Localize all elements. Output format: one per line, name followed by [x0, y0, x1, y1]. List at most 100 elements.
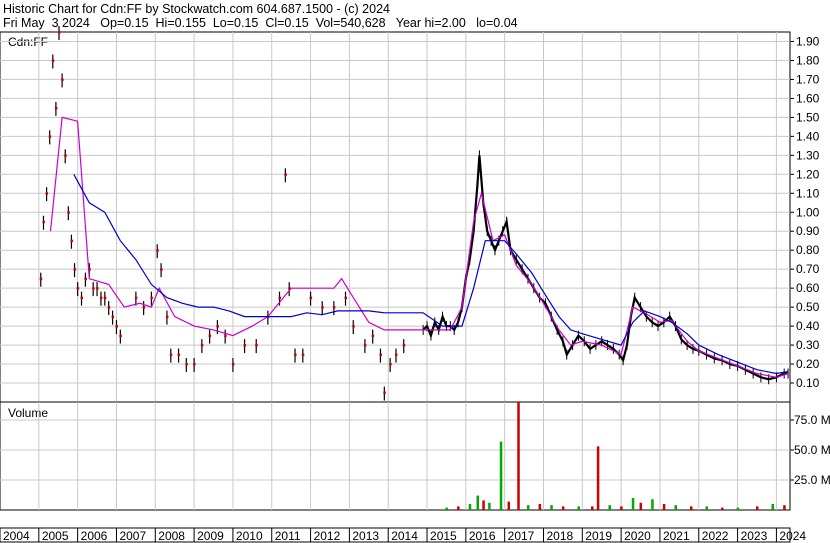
price-tick-label: 1.60 — [796, 91, 820, 105]
price-mark — [208, 334, 212, 338]
volume-bar — [457, 506, 460, 510]
price-mark — [379, 353, 382, 357]
price-mark — [169, 353, 173, 357]
price-tick-label: 0.30 — [796, 338, 820, 352]
price-mark — [54, 106, 58, 110]
year-label: 2011 — [275, 529, 301, 543]
year-label: 2004 — [3, 529, 30, 543]
price-mark — [371, 334, 375, 338]
year-label: 2006 — [81, 529, 108, 543]
volume-bar — [577, 506, 580, 510]
price-mark — [142, 306, 146, 309]
volume-bar — [608, 505, 611, 510]
price-mark — [103, 296, 107, 300]
price-mark — [200, 344, 204, 347]
volume-tick-label: 25.0 M — [794, 473, 830, 487]
price-mark — [309, 296, 313, 300]
price-mark — [61, 78, 64, 81]
price-mark — [76, 287, 80, 290]
price-tick-label: 1.80 — [796, 53, 820, 67]
price-mark — [42, 220, 45, 224]
price-mark — [99, 296, 103, 300]
symbol-label: Cdn:FF — [8, 35, 48, 49]
volume-bar — [721, 507, 724, 510]
price-mark — [115, 325, 118, 328]
price-tick-label: 1.30 — [796, 148, 820, 162]
price-mark — [243, 344, 247, 347]
year-label: 2005 — [42, 529, 69, 543]
volume-bar — [783, 505, 786, 510]
price-mark — [278, 296, 282, 300]
year-label: 2015 — [430, 529, 457, 543]
volume-panel: Volume 75.0 M 50.0 M 25.0 M — [0, 401, 830, 511]
volume-bar — [620, 506, 623, 510]
price-plot-frame — [0, 31, 791, 403]
price-mark — [134, 296, 138, 300]
price-mark — [344, 296, 348, 300]
price-mark — [70, 239, 73, 243]
year-label: 2014 — [391, 529, 418, 543]
volume-bar — [517, 402, 520, 510]
price-tick-label: 1.90 — [796, 34, 820, 48]
price-tick-label: 0.70 — [796, 262, 820, 276]
stock-chart: Cdn:FF 1.901.801.701.601.501.401.301.201… — [0, 26, 830, 543]
price-mark — [402, 344, 406, 347]
year-label: 2016 — [469, 529, 496, 543]
year-label: 2007 — [119, 529, 146, 543]
price-mark — [216, 325, 219, 328]
price-mark — [321, 306, 324, 309]
price-mark — [107, 306, 111, 309]
volume-title: Volume — [8, 406, 48, 420]
volume-bar — [538, 504, 542, 510]
price-mark — [160, 268, 163, 271]
price-mark — [96, 287, 99, 290]
price-mark — [48, 135, 52, 138]
price-mark — [51, 59, 55, 62]
price-mark — [156, 249, 159, 252]
price-tick-label: 0.40 — [796, 319, 820, 333]
volume-bar — [639, 502, 643, 510]
price-mark — [284, 173, 287, 176]
price-mark — [67, 211, 70, 214]
volume-bar — [596, 446, 600, 510]
price-mark — [58, 31, 61, 34]
volume-bar — [771, 504, 775, 510]
price-mark — [301, 353, 305, 357]
price-tick-label: 0.10 — [796, 376, 820, 390]
year-label: 2010 — [236, 529, 263, 543]
price-mark — [111, 315, 115, 319]
volume-bar — [507, 501, 511, 510]
price-tick-label: 1.50 — [796, 110, 820, 124]
price-panel: Cdn:FF 1.901.801.701.601.501.401.301.201… — [0, 26, 820, 403]
year-label: 2024 — [779, 529, 806, 543]
year-label: 2008 — [158, 529, 185, 543]
price-mark — [64, 154, 67, 157]
price-mark — [73, 268, 77, 271]
volume-bar — [488, 502, 491, 510]
price-mark — [224, 334, 227, 338]
year-label: 2013 — [352, 529, 379, 543]
volume-bar — [651, 499, 654, 510]
price-mark — [185, 363, 188, 366]
volume-bar — [662, 504, 666, 510]
volume-bar — [482, 500, 485, 510]
price-tick-label: 1.10 — [796, 186, 820, 200]
price-mark — [92, 287, 95, 290]
price-mark — [389, 363, 392, 366]
year-label: 2021 — [663, 529, 690, 543]
volume-tick-label: 75.0 M — [794, 413, 830, 427]
volume-bar — [631, 498, 635, 510]
year-label: 2022 — [702, 529, 729, 543]
volume-bar — [674, 505, 677, 510]
price-mark — [383, 391, 386, 395]
volume-bar — [756, 506, 759, 510]
x-axis: 2004 2005 2006 2007 2008 2009 2010 2011 2012 2013… — [0, 527, 806, 543]
price-tick-label: 0.90 — [796, 224, 820, 238]
volume-bar — [736, 507, 740, 510]
price-mark — [165, 315, 169, 319]
volume-bar — [445, 507, 448, 510]
year-label: 2019 — [585, 529, 612, 543]
volume-bar — [499, 441, 503, 510]
volume-bar — [591, 506, 594, 510]
price-mark — [352, 325, 355, 328]
